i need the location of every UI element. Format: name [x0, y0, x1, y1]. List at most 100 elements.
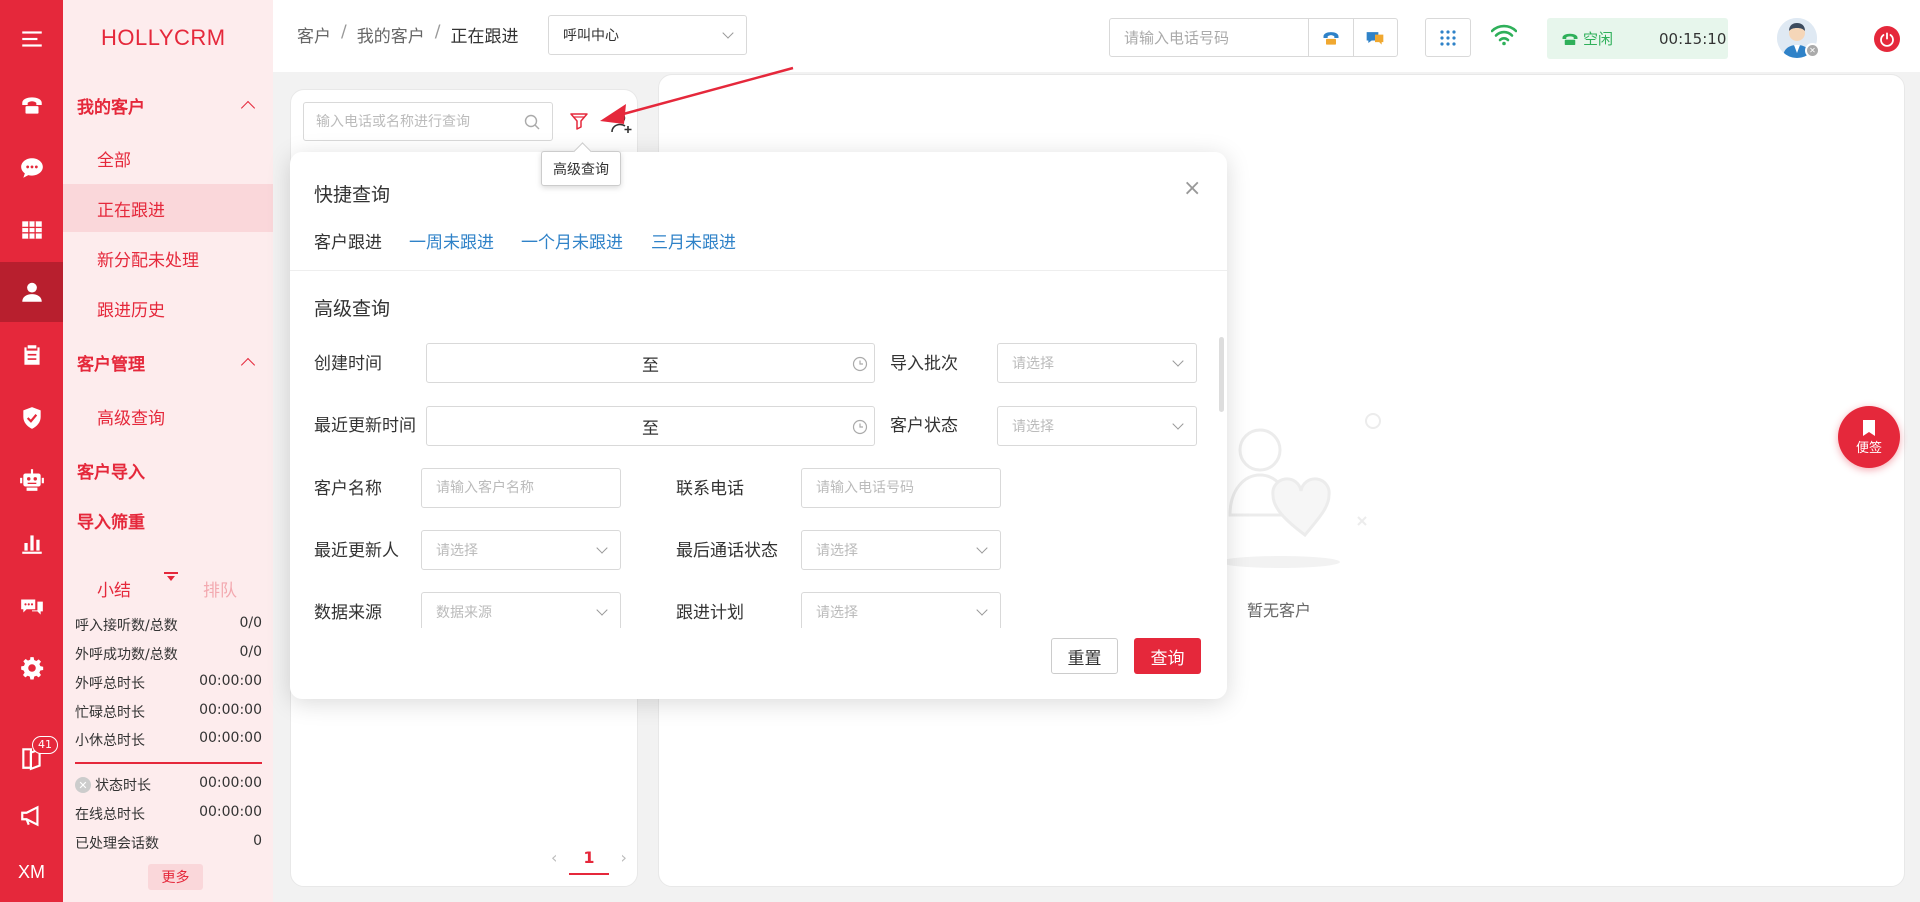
advanced-query-tooltip: 高级查询	[541, 151, 621, 186]
field-label-customer-status: 客户状态	[890, 416, 958, 436]
advanced-query-title: 高级查询	[314, 298, 391, 320]
dial-phone-button[interactable]	[1309, 19, 1354, 56]
stat-row: 在线总时长 00:00:00	[75, 804, 262, 824]
stat-label: 在线总时长	[75, 807, 145, 823]
last-updater-select[interactable]: 请选择	[421, 530, 621, 570]
send-sms-button[interactable]	[1354, 19, 1398, 56]
sticky-note-button[interactable]: 便签	[1838, 406, 1900, 468]
field-label-customer-name: 客户名称	[314, 479, 382, 499]
menu-icon[interactable]	[0, 9, 63, 69]
chat-icon[interactable]	[0, 138, 63, 198]
menu-group-import[interactable]: 客户导入	[63, 450, 273, 490]
customer-status-select[interactable]: 请选择	[997, 406, 1197, 446]
bar-chart-icon[interactable]	[0, 513, 63, 573]
megaphone-icon[interactable]	[0, 786, 63, 846]
stat-label: 外呼成功数/总数	[75, 647, 178, 663]
user-icon[interactable]	[0, 262, 63, 322]
customer-name-input[interactable]	[421, 468, 621, 508]
breadcrumb-item-customers[interactable]: 客户	[297, 22, 331, 47]
message-icon[interactable]	[0, 576, 63, 636]
page-next-button[interactable]: ›	[621, 848, 627, 867]
form-row-clipped: 数据来源 数据来源 跟进计划 请选择	[290, 590, 1215, 628]
menu-group-label: 我的客户	[77, 97, 145, 118]
brand-logo: HOLLYCRM	[101, 24, 226, 50]
clock-icon	[852, 356, 868, 372]
stat-value: 00:00:00	[199, 673, 262, 689]
contact-phone-input[interactable]	[801, 468, 1001, 508]
customer-search-input[interactable]	[316, 113, 524, 130]
quick-query-title: 快捷查询	[314, 184, 391, 206]
quick-link-one-month[interactable]: 一个月未跟进	[521, 228, 623, 253]
last-call-status-select[interactable]: 请选择	[801, 530, 1001, 570]
reset-button[interactable]: 重置	[1051, 638, 1118, 674]
last-updated-time-range-picker[interactable]: 至	[426, 406, 875, 446]
menu-group-customer-mgmt[interactable]: 客户管理	[63, 342, 273, 382]
select-placeholder: 数据来源	[436, 605, 492, 621]
close-icon[interactable]: ×	[1183, 178, 1201, 200]
apps-grid-icon	[1440, 29, 1456, 46]
chevron-down-icon	[722, 27, 734, 39]
annotation-arrow	[600, 66, 794, 124]
breadcrumb-item-my-customers[interactable]: 我的客户	[357, 22, 425, 47]
chevron-up-icon	[240, 100, 256, 116]
call-center-select-value: 呼叫中心	[563, 28, 619, 44]
stat-label: 状态时长	[95, 778, 151, 794]
stat-value: 00:00:00	[199, 804, 262, 820]
breadcrumb: 客户 / 我的客户 / 正在跟进	[297, 22, 518, 47]
call-center-select[interactable]: 呼叫中心	[548, 15, 747, 55]
query-button[interactable]: 查询	[1134, 638, 1201, 674]
empty-state-text: 暂无客户	[1247, 601, 1312, 620]
created-time-range-picker[interactable]: 至	[426, 343, 875, 383]
quick-link-one-week[interactable]: 一周未跟进	[409, 228, 494, 253]
filter-icon[interactable]	[569, 111, 589, 131]
scrollbar[interactable]	[1219, 337, 1224, 412]
logout-button[interactable]	[1874, 26, 1900, 52]
field-label-follow-plan: 跟进计划	[676, 603, 744, 623]
data-source-select[interactable]: 数据来源	[421, 592, 621, 628]
page-number-current[interactable]: 1	[569, 848, 609, 875]
side-menu: HOLLYCRM 我的客户 全部 正在跟进 新分配未处理 跟进历史 客户管理 高…	[63, 0, 273, 902]
chevron-up-icon	[240, 357, 256, 373]
more-button[interactable]: 更多	[148, 864, 203, 890]
gear-icon[interactable]	[0, 638, 63, 698]
book-icon[interactable]: 41	[0, 728, 63, 788]
quick-link-three-months[interactable]: 三月未跟进	[651, 228, 736, 253]
dial-phone-input[interactable]	[1109, 18, 1309, 57]
clipboard-icon[interactable]	[0, 325, 63, 385]
tab-summary[interactable]: 小结	[97, 576, 131, 601]
agent-status[interactable]: 空闲 00:15:10	[1547, 18, 1728, 59]
grid-icon[interactable]	[0, 200, 63, 260]
stat-value: 0	[253, 833, 262, 849]
follow-plan-select[interactable]: 请选择	[801, 592, 1001, 628]
stat-row: ✕ 状态时长 00:00:00	[75, 775, 262, 795]
stat-row: 忙碌总时长 00:00:00	[75, 702, 262, 722]
page-prev-button[interactable]: ‹	[551, 848, 557, 867]
breadcrumb-separator: /	[434, 22, 441, 42]
menu-item-new-unhandled[interactable]: 新分配未处理	[63, 234, 273, 282]
stat-label: 外呼总时长	[75, 676, 145, 692]
stat-value: 00:00:00	[199, 775, 262, 791]
stat-label: 呼入接听数/总数	[75, 618, 178, 634]
field-label-created-time: 创建时间	[314, 354, 382, 374]
field-label-last-call-status: 最后通话状态	[676, 541, 778, 561]
menu-item-all[interactable]: 全部	[63, 134, 273, 182]
robot-icon[interactable]	[0, 450, 63, 510]
import-batch-select[interactable]: 请选择	[997, 343, 1197, 383]
menu-item-following[interactable]: 正在跟进	[63, 184, 273, 232]
stat-divider	[75, 762, 262, 764]
customer-search-box	[303, 102, 553, 141]
menu-group-my-customers[interactable]: 我的客户	[63, 85, 273, 125]
search-icon[interactable]	[524, 114, 540, 130]
shield-icon[interactable]	[0, 388, 63, 448]
menu-group-import-filter[interactable]: 导入筛重	[63, 500, 273, 540]
menu-item-history[interactable]: 跟进历史	[63, 284, 273, 332]
close-circle-icon[interactable]: ✕	[75, 777, 91, 793]
apps-grid-button[interactable]	[1425, 18, 1471, 57]
agent-status-text: 空闲	[1583, 30, 1614, 48]
caret-down-icon	[164, 572, 178, 581]
field-label-data-source: 数据来源	[314, 603, 382, 623]
menu-item-advanced-query[interactable]: 高级查询	[63, 392, 273, 440]
phone-icon[interactable]	[0, 75, 63, 135]
chevron-down-icon	[596, 604, 608, 616]
tab-queue[interactable]: 排队	[203, 576, 237, 601]
